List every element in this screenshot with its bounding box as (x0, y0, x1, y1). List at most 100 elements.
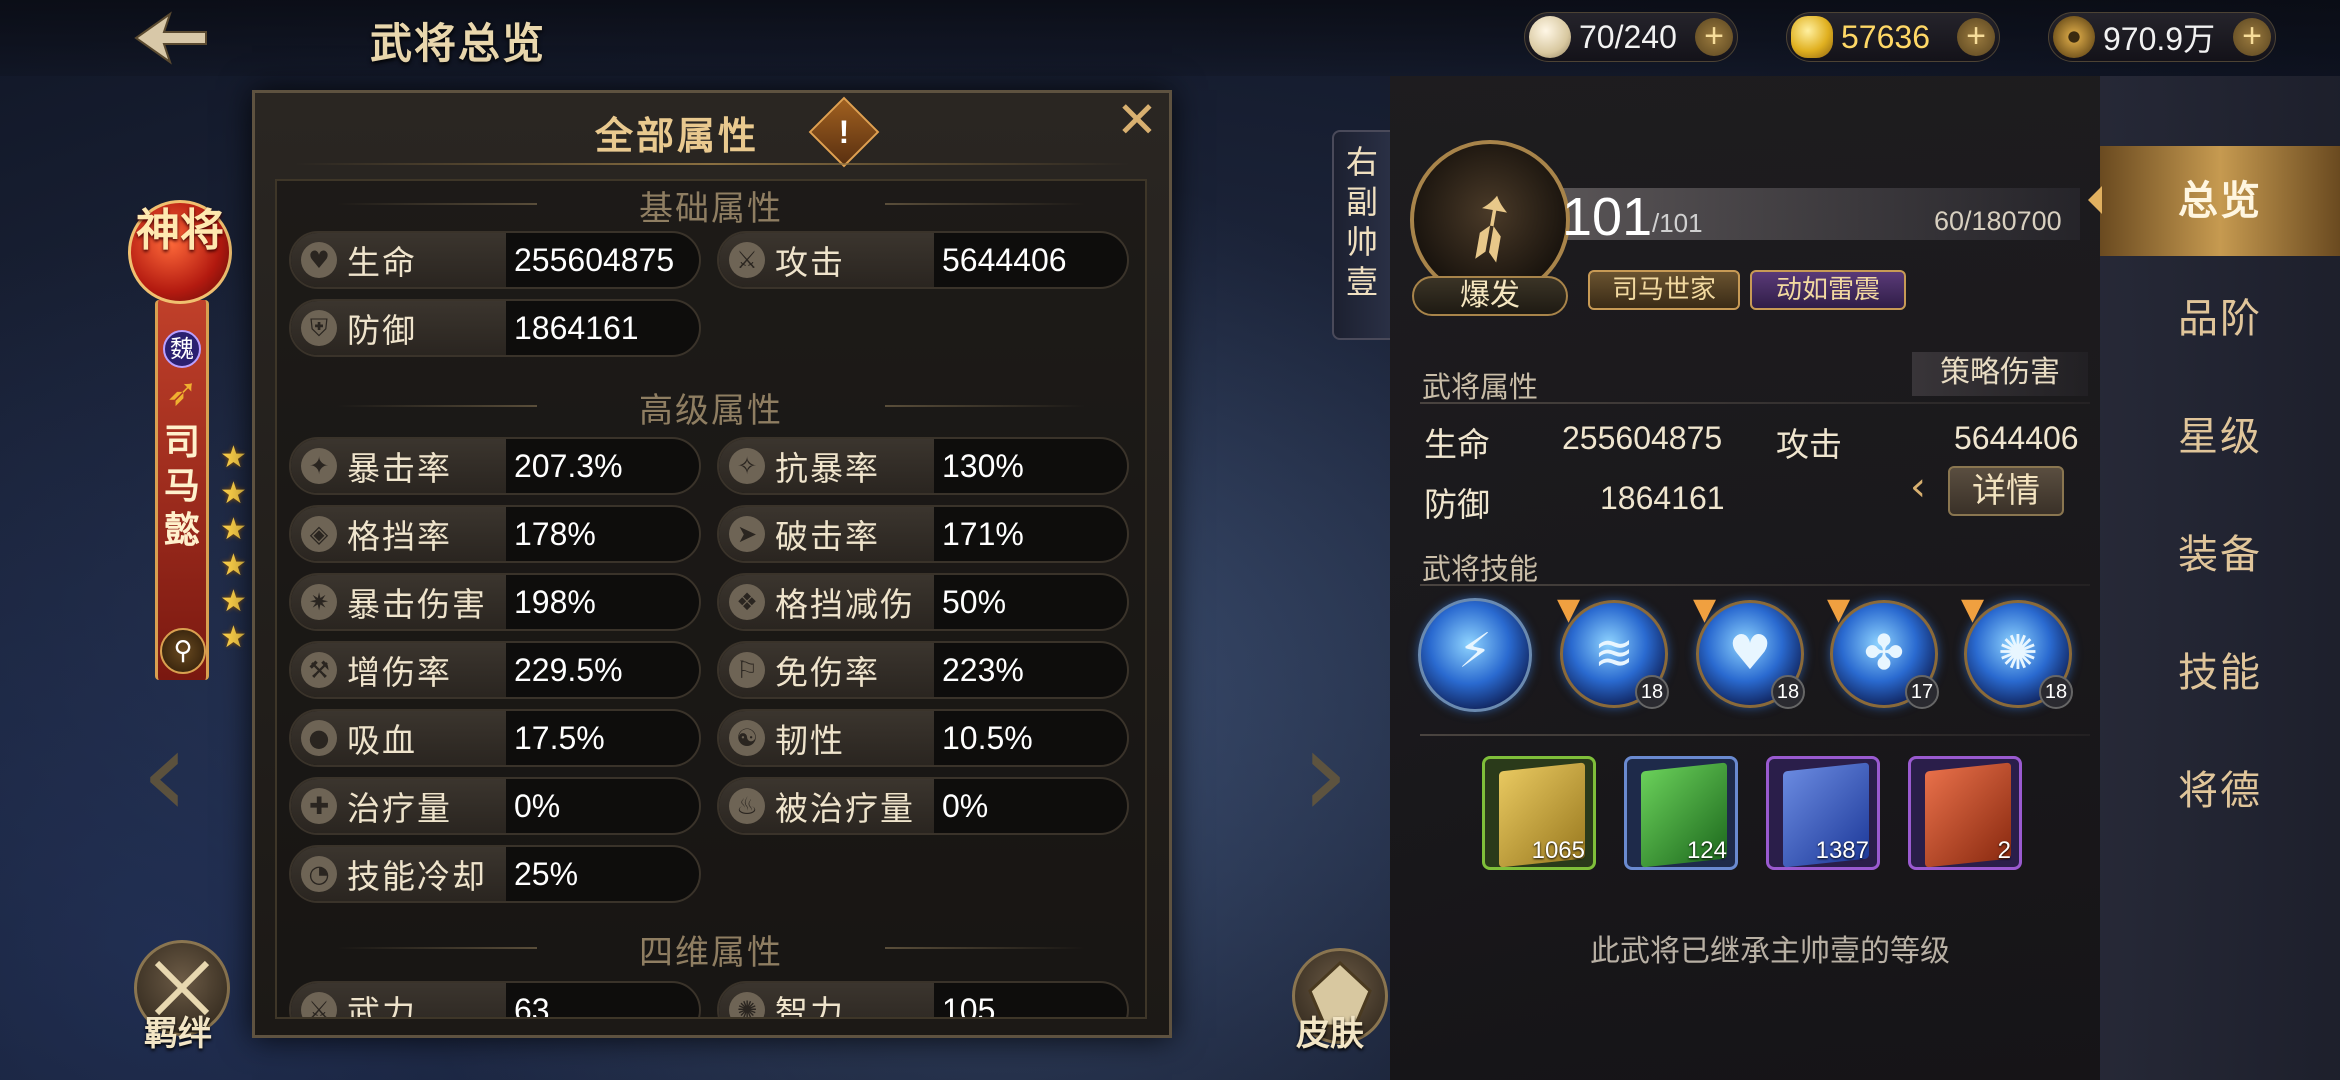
hero-info-button[interactable]: ⚲ (160, 628, 206, 674)
add-stamina-button[interactable]: + (1695, 18, 1733, 56)
top-bar: 武将总览 70/240 + 57636 + 970.9万 + (0, 0, 2340, 76)
stat-row: ✦ 暴击率 207.3% (289, 437, 701, 495)
stamina-resource: 70/240 + (1524, 12, 1738, 62)
medal-icon: ▼ (1961, 592, 1985, 627)
medal-icon: ▼ (1693, 592, 1717, 627)
intellect-icon: ✺ (729, 992, 765, 1017)
next-hero-button[interactable]: › (1290, 715, 1360, 840)
nav-virtue[interactable]: 将德 (2100, 736, 2340, 846)
medal-icon: ▼ (1827, 592, 1851, 627)
star-icon: ★ (220, 512, 247, 547)
hp-value: 255604875 (1562, 420, 1723, 456)
close-button[interactable]: ✕ (1111, 95, 1163, 147)
rank-badge: 神将 (128, 200, 232, 304)
attr-heading: 武将属性 (1422, 370, 1539, 404)
atk-value: 5644406 (1954, 420, 2079, 456)
page-title: 武将总览 (370, 19, 547, 68)
skill-slot[interactable]: ▼ ✺ 18 (1961, 595, 2073, 709)
nav-stars[interactable]: 星级 (2100, 382, 2340, 492)
stat-row: ✧ 抗暴率 130% (717, 437, 1129, 495)
exp-value: 60/180700 (1934, 206, 2062, 236)
book-slot[interactable]: 1065 (1482, 756, 1596, 870)
magnifier-icon: ⚲ (173, 636, 193, 666)
star-icon: ★ (220, 584, 247, 619)
spear-emblem-icon: ➶ (1428, 161, 1551, 292)
skin-label: 皮肤 (1296, 1014, 1364, 1054)
stat-row: ✺ 智力 105 (717, 981, 1129, 1017)
nav-equipment[interactable]: 装备 (2100, 500, 2340, 610)
blood-drop-icon: ● (301, 720, 337, 756)
stamina-bun-icon (1529, 16, 1571, 58)
nav-skills[interactable]: 技能 (2100, 618, 2340, 728)
all-attributes-modal: 全部属性 ! ✕ 基础属性 ♥ 生命 255604875 ⚔ 攻击 5644406 … (252, 90, 1172, 1038)
star-icon: ★ (220, 476, 247, 511)
crit-icon: ✦ (301, 448, 337, 484)
stamina-value: 70/240 (1579, 18, 1677, 55)
stat-row: ⚔ 武力 63 (289, 981, 701, 1017)
divider (1420, 584, 2090, 586)
star-icon: ★ (220, 548, 247, 583)
back-button[interactable] (130, 8, 210, 68)
divider (1420, 402, 2090, 404)
might-icon: ⚔ (301, 992, 337, 1017)
damage-boost-icon: ⚒ (301, 652, 337, 688)
stat-row: ♨ 被治疗量 0% (717, 777, 1129, 835)
trait-tag[interactable]: 司马世家 (1588, 270, 1740, 310)
stat-row: ♥ 生命 255604875 (289, 231, 701, 289)
trait-tag[interactable]: 动如雷震 (1750, 270, 1906, 310)
spear-class-icon: ➶ (166, 370, 198, 414)
detail-button[interactable]: 详情 (1948, 466, 2064, 516)
stat-row: ✷ 暴击伤害 198% (289, 573, 701, 631)
stat-row: ◔ 技能冷却 25% (289, 845, 701, 903)
block-icon: ◈ (301, 516, 337, 552)
section-advanced: 高级属性 (277, 383, 1145, 432)
cooldown-icon: ◔ (301, 856, 337, 892)
skill-level: 18 (1771, 675, 1805, 709)
book-slot[interactable]: 1387 (1766, 756, 1880, 870)
skill-slot[interactable]: ▼ ≋ 18 (1557, 595, 1669, 709)
skill-heading: 武将技能 (1422, 552, 1539, 586)
nav-rank[interactable]: 品阶 (2100, 264, 2340, 374)
block-reduction-icon: ❖ (729, 584, 765, 620)
hero-level: 101 (1562, 187, 1653, 247)
skill-slot[interactable]: ▼ ✤ 17 (1827, 595, 1939, 709)
coin-value: 970.9万 (2103, 21, 2216, 57)
stat-row: ⚔ 攻击 5644406 (717, 231, 1129, 289)
crit-damage-icon: ✷ (301, 584, 337, 620)
heal-received-icon: ♨ (729, 788, 765, 824)
stat-row: ⚒ 增伤率 229.5% (289, 641, 701, 699)
shield-icon: ⛨ (301, 310, 337, 346)
strategy-damage-tab[interactable]: 策略伤害 (1912, 352, 2088, 396)
inherit-note: 此武将已继承主帅壹的等级 (1590, 934, 1950, 969)
stat-row: ✚ 治疗量 0% (289, 777, 701, 835)
divider (1420, 734, 2090, 736)
ingot-resource: 57636 + (1786, 12, 2000, 62)
title-divider (295, 163, 1129, 165)
pierce-icon: ➤ (729, 516, 765, 552)
stat-row: ☯ 韧性 10.5% (717, 709, 1129, 767)
add-coin-button[interactable]: + (2233, 18, 2271, 56)
sword-icon: ⚔ (729, 242, 765, 278)
copper-coin-icon (2053, 16, 2095, 58)
position-label: 右副帅壹 (1345, 143, 1378, 301)
bond-label: 羁绊 (144, 1014, 212, 1054)
ingot-value: 57636 (1841, 18, 1930, 55)
prev-hero-button[interactable]: ‹ (130, 715, 200, 840)
star-rating: ★ ★ ★ ★ ★ ★ (220, 440, 254, 656)
skill-slot[interactable]: ▼ ♥ 18 (1693, 595, 1805, 709)
stat-row: ● 吸血 17.5% (289, 709, 701, 767)
skill-slot[interactable]: ⚡ (1418, 598, 1532, 712)
atk-label: 攻击 (1776, 425, 1842, 464)
add-ingot-button[interactable]: + (1957, 18, 1995, 56)
detail-arrow-icon: ‹ (1910, 464, 1926, 510)
attributes-scroll-area[interactable]: 基础属性 ♥ 生命 255604875 ⚔ 攻击 5644406 ⛨ 防御 18641… (275, 179, 1147, 1019)
nav-overview[interactable]: 总览 (2088, 146, 2340, 256)
section-basic: 基础属性 (277, 181, 1145, 230)
position-tab[interactable]: 右副帅壹 (1332, 130, 1390, 340)
stat-row: ◈ 格挡率 178% (289, 505, 701, 563)
stat-row: ⛨ 防御 1864161 (289, 299, 701, 357)
hero-name: 司马懿 (163, 421, 200, 551)
book-slot[interactable]: 2 (1908, 756, 2022, 870)
skill-level: 18 (2039, 675, 2073, 709)
book-slot[interactable]: 124 (1624, 756, 1738, 870)
